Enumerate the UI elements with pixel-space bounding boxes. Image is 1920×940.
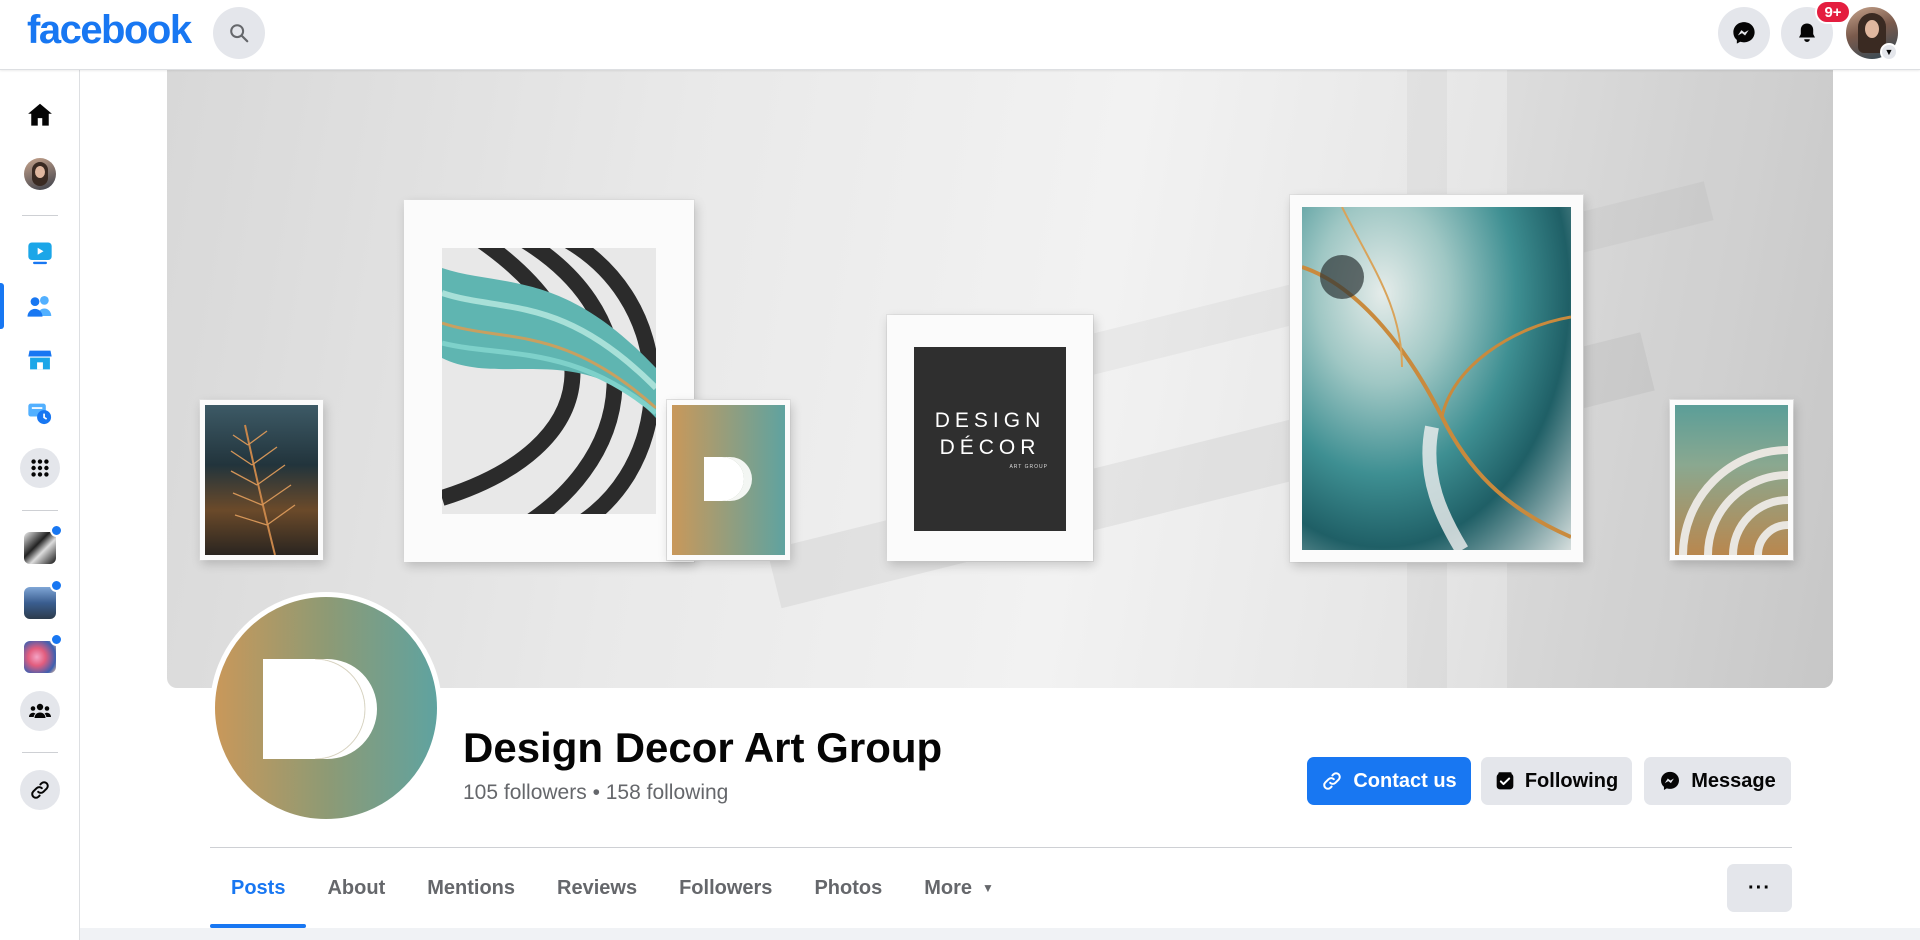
link-icon <box>1323 772 1342 790</box>
grid-menu-icon <box>31 459 49 477</box>
page-main: DESIGN DÉCOR ART GROUP Design Decor Art … <box>80 70 1920 940</box>
rail-memories[interactable] <box>20 393 60 433</box>
unread-dot <box>50 579 63 592</box>
shortcut-thumbnail <box>24 587 56 619</box>
contact-us-button[interactable]: Contact us <box>1307 757 1471 805</box>
groups-icon <box>29 703 51 718</box>
rail-watch[interactable] <box>20 233 60 273</box>
rail-links[interactable] <box>20 770 60 810</box>
link-icon <box>31 781 49 799</box>
facebook-logo[interactable]: facebook <box>27 8 192 53</box>
cover-photo[interactable]: DESIGN DÉCOR ART GROUP <box>167 70 1833 688</box>
artwork-marble <box>1290 195 1583 562</box>
tab-more[interactable]: More ▼ <box>903 848 1015 928</box>
messenger-button[interactable] <box>1718 7 1770 59</box>
artwork-design-decor: DESIGN DÉCOR ART GROUP <box>887 315 1093 561</box>
tab-more-label: More <box>924 876 973 899</box>
following-label: Following <box>1524 769 1619 792</box>
profile-avatar <box>24 158 56 190</box>
rail-menu[interactable] <box>20 448 60 488</box>
artwork-logo <box>667 400 790 560</box>
message-button[interactable]: Message <box>1644 757 1791 805</box>
shortcut-thumbnail <box>24 641 56 673</box>
search-icon <box>230 24 249 43</box>
page-content-background <box>80 928 1920 940</box>
marketplace-icon <box>28 350 52 370</box>
tab-mentions[interactable]: Mentions <box>406 848 536 928</box>
rail-marketplace[interactable] <box>20 340 60 380</box>
left-shortcut-rail <box>0 70 80 940</box>
profile-tabs: Posts About Mentions Reviews Followers P… <box>210 848 1015 928</box>
unread-dot <box>50 524 63 537</box>
bell-icon <box>1799 23 1815 42</box>
chevron-down-icon[interactable]: ▼ <box>1880 43 1898 61</box>
tab-posts[interactable]: Posts <box>210 848 307 928</box>
rail-friends[interactable] <box>20 286 60 326</box>
tab-followers[interactable]: Followers <box>658 848 793 928</box>
rail-home[interactable] <box>20 95 60 135</box>
contact-us-label: Contact us <box>1353 769 1457 792</box>
home-icon <box>28 103 52 126</box>
rail-profile[interactable] <box>20 154 60 194</box>
shortcut-thumbnail <box>24 532 56 564</box>
unread-dot <box>50 633 63 646</box>
friends-icon <box>27 296 52 317</box>
artwork-fern <box>200 400 323 560</box>
artwork-waves <box>404 200 694 562</box>
video-icon <box>28 242 52 265</box>
rail-active-indicator <box>0 283 4 329</box>
following-check-icon <box>1496 772 1514 790</box>
page-title: Design Decor Art Group <box>463 724 943 771</box>
page-profile-picture[interactable] <box>210 592 442 824</box>
tab-photos[interactable]: Photos <box>793 848 903 928</box>
message-label: Message <box>1691 769 1776 792</box>
messenger-icon <box>1661 771 1680 790</box>
top-navigation-bar: facebook 9+ ▼ <box>0 0 1920 70</box>
tab-reviews[interactable]: Reviews <box>536 848 658 928</box>
cover-logo-subtext: ART GROUP <box>1009 463 1048 470</box>
cover-logo-text: DÉCOR <box>939 435 1041 459</box>
more-options-button[interactable]: ··· <box>1727 864 1792 912</box>
search-button[interactable] <box>213 7 265 59</box>
cover-logo-text: DESIGN <box>934 408 1046 432</box>
tab-about[interactable]: About <box>306 848 406 928</box>
messenger-icon <box>1733 22 1755 44</box>
page-follow-stats[interactable]: 105 followers • 158 following <box>463 781 728 805</box>
rail-groups[interactable] <box>20 691 60 731</box>
memories-icon <box>28 403 52 425</box>
notifications-badge: 9+ <box>1815 0 1851 24</box>
artwork-rings <box>1670 400 1793 560</box>
caret-down-icon: ▼ <box>982 881 994 895</box>
following-button[interactable]: Following <box>1481 757 1632 805</box>
